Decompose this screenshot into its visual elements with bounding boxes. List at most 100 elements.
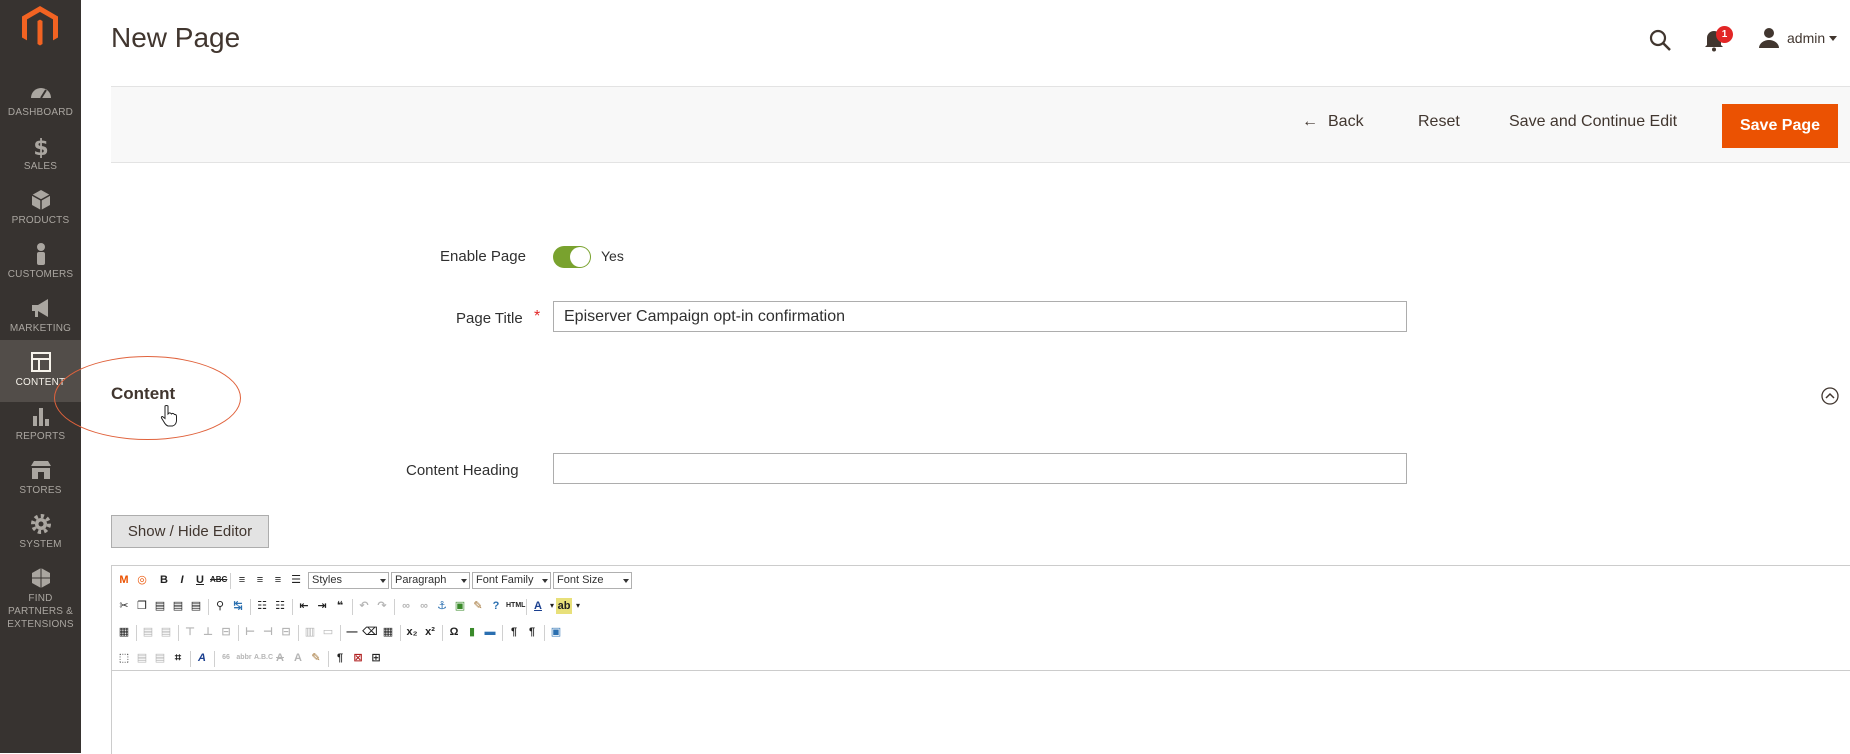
save-page-button[interactable]: Save Page [1722, 104, 1838, 148]
styleprops-icon[interactable]: A [194, 650, 210, 666]
del-icon[interactable]: A [272, 650, 288, 666]
advanced-hr-icon[interactable]: ▬ [482, 624, 498, 640]
attributes-icon[interactable]: ✎ [308, 650, 324, 666]
blockquote-icon[interactable]: ❝ [332, 598, 348, 614]
insert-row-before-icon[interactable]: ⊤ [182, 624, 198, 640]
row-props-icon[interactable]: ▤ [140, 624, 156, 640]
enable-page-toggle[interactable] [553, 246, 591, 268]
reset-button[interactable]: Reset [1418, 113, 1460, 131]
caret-down-icon[interactable] [1829, 36, 1837, 41]
notification-count-badge[interactable]: 1 [1716, 26, 1733, 43]
bullet-list-icon[interactable]: ☷ [254, 598, 270, 614]
html-source-icon[interactable]: HTML [506, 598, 525, 614]
acronym-icon[interactable]: A.B.C [254, 650, 273, 666]
cite-icon[interactable]: 66 [218, 650, 234, 666]
magento-widget-icon[interactable]: M [116, 572, 132, 588]
sidebar-item-find-partners[interactable]: FIND PARTNERS & EXTENSIONS [0, 556, 81, 636]
sidebar-item-stores[interactable]: STORES [0, 448, 81, 510]
toolbar-separator [394, 599, 395, 615]
content-section-title[interactable]: Content [111, 384, 175, 404]
copy-icon[interactable]: ❐ [134, 598, 150, 614]
insert-layer-icon[interactable]: ⬚ [116, 650, 132, 666]
sidebar-item-products[interactable]: PRODUCTS [0, 178, 81, 240]
insert-col-after-icon[interactable]: ⊣ [260, 624, 276, 640]
outdent-icon[interactable]: ⇤ [296, 598, 312, 614]
find-icon[interactable]: ⚲ [212, 598, 228, 614]
cut-icon[interactable]: ✂ [116, 598, 132, 614]
pagebreak-icon[interactable]: ⊞ [368, 650, 384, 666]
undo-icon[interactable]: ↶ [356, 598, 372, 614]
delete-row-icon[interactable]: ⊟ [218, 624, 234, 640]
split-cells-icon[interactable]: ▥ [302, 624, 318, 640]
paragraph-select[interactable]: Paragraph [391, 572, 470, 589]
unlink-icon[interactable]: ∞ [416, 598, 432, 614]
sidebar-item-sales[interactable]: $ SALES [0, 124, 81, 186]
align-right-icon[interactable]: ≡ [270, 572, 286, 588]
show-hide-editor-button[interactable]: Show / Hide Editor [111, 515, 269, 548]
content-heading-input[interactable] [553, 453, 1407, 484]
move-backward-icon[interactable]: ▤ [152, 650, 168, 666]
cell-props-icon[interactable]: ▤ [158, 624, 174, 640]
visual-chars-icon[interactable]: ¶ [332, 650, 348, 666]
horizontal-rule-icon[interactable]: — [344, 624, 360, 640]
visual-aid-icon[interactable]: ▦ [380, 624, 396, 640]
move-forward-icon[interactable]: ▤ [134, 650, 150, 666]
replace-icon[interactable]: ↹ [230, 598, 246, 614]
numbered-list-icon[interactable]: ☷ [272, 598, 288, 614]
link-icon[interactable]: ∞ [398, 598, 414, 614]
bold-icon[interactable]: B [156, 572, 172, 588]
user-icon[interactable] [1758, 27, 1780, 49]
paste-text-icon[interactable]: ▤ [170, 598, 186, 614]
admin-user-menu[interactable]: admin [1787, 30, 1825, 46]
styles-select[interactable]: Styles [308, 572, 389, 589]
insert-variable-icon[interactable]: ◎ [134, 572, 150, 588]
ins-icon[interactable]: A [290, 650, 306, 666]
back-button[interactable]: ← Back [1302, 113, 1364, 131]
save-and-continue-button[interactable]: Save and Continue Edit [1509, 113, 1677, 131]
insert-col-before-icon[interactable]: ⊢ [242, 624, 258, 640]
sidebar-item-dashboard[interactable]: DASHBOARD [0, 70, 81, 132]
cleanup-icon[interactable]: ✎ [470, 598, 486, 614]
background-color-dropdown-icon[interactable]: ▾ [570, 598, 586, 614]
paste-word-icon[interactable]: ▤ [188, 598, 204, 614]
toolbar-separator [352, 599, 353, 615]
paste-icon[interactable]: ▤ [152, 598, 168, 614]
sidebar-item-marketing[interactable]: MARKETING [0, 286, 81, 348]
absolute-position-icon[interactable]: ⌗ [170, 650, 186, 666]
nonbreaking-icon[interactable]: ⊠ [350, 650, 366, 666]
hand-cursor-icon [160, 405, 177, 427]
italic-icon[interactable]: I [174, 572, 190, 588]
align-justify-icon[interactable]: ☰ [288, 572, 304, 588]
remove-format-icon[interactable]: ⌫ [362, 624, 378, 640]
indent-icon[interactable]: ⇥ [314, 598, 330, 614]
abbr-icon[interactable]: abbr [236, 650, 252, 666]
anchor-icon[interactable]: ⚓ [434, 598, 450, 614]
fullscreen-icon[interactable]: ▣ [548, 624, 564, 640]
underline-icon[interactable]: U [192, 572, 208, 588]
insert-table-icon[interactable]: ▦ [116, 624, 132, 640]
align-left-icon[interactable]: ≡ [234, 572, 250, 588]
strikethrough-icon[interactable]: ABC [210, 572, 227, 588]
page-title-input[interactable]: Episerver Campaign opt-in confirmation [553, 301, 1407, 332]
font-family-select[interactable]: Font Family [472, 572, 551, 589]
delete-col-icon[interactable]: ⊟ [278, 624, 294, 640]
insert-row-after-icon[interactable]: ⊥ [200, 624, 216, 640]
search-icon[interactable] [1648, 28, 1672, 52]
superscript-icon[interactable]: x² [422, 624, 438, 640]
font-size-select[interactable]: Font Size [553, 572, 632, 589]
redo-icon[interactable]: ↷ [374, 598, 390, 614]
image-icon[interactable]: ▣ [452, 598, 468, 614]
special-char-icon[interactable]: Ω [446, 624, 462, 640]
help-icon[interactable]: ? [488, 598, 504, 614]
subscript-icon[interactable]: x₂ [404, 624, 420, 640]
ltr-icon[interactable]: ¶ [506, 624, 522, 640]
sidebar-item-customers[interactable]: CUSTOMERS [0, 232, 81, 294]
magento-logo[interactable] [20, 4, 60, 50]
sidebar-item-system[interactable]: SYSTEM [0, 502, 81, 564]
merge-cells-icon[interactable]: ▭ [320, 624, 336, 640]
rtl-icon[interactable]: ¶ [524, 624, 540, 640]
collapse-section-icon[interactable] [1821, 387, 1839, 405]
align-center-icon[interactable]: ≡ [252, 572, 268, 588]
media-icon[interactable]: ▮ [464, 624, 480, 640]
toolbar-separator [526, 599, 527, 615]
